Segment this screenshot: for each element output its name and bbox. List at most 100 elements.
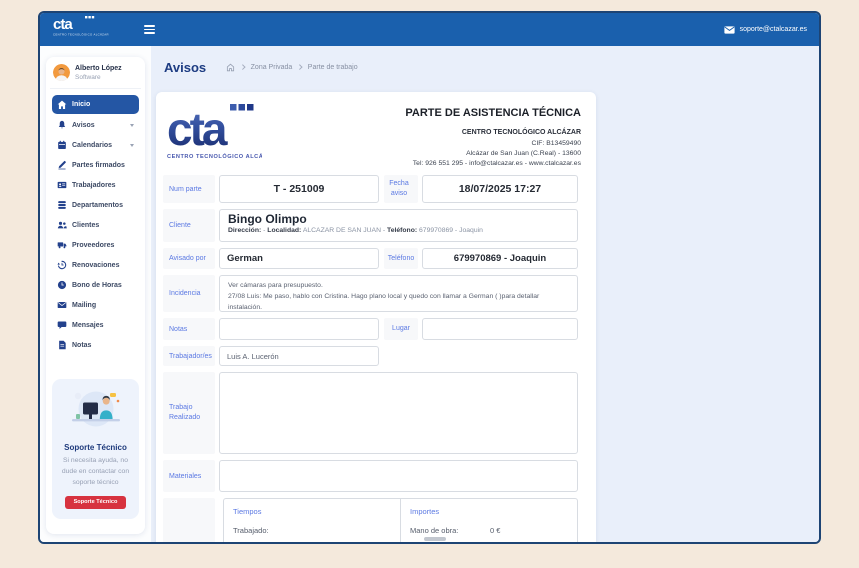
sidebar-item-inicio[interactable]: Inicio bbox=[52, 95, 139, 114]
document-cif: CIF: B13459490 bbox=[531, 139, 582, 147]
sidebar-item-label: Notas bbox=[72, 341, 92, 349]
sidebar: Alberto López Software Inicio Avisos Cal… bbox=[40, 46, 151, 542]
cliente-field[interactable]: Bingo Olimpo Dirección: - Localidad: ALC… bbox=[219, 209, 578, 242]
breadcrumb-separator-icon bbox=[240, 64, 246, 70]
menu-toggle-icon[interactable] bbox=[144, 24, 155, 36]
sidebar-item-label: Partes firmados bbox=[72, 161, 125, 169]
tiempos-column: Tiempos Trabajado: bbox=[224, 499, 401, 542]
id-card-icon bbox=[57, 180, 67, 190]
avisado-por-label: Avisado por bbox=[163, 248, 215, 269]
signature-icon bbox=[57, 160, 67, 170]
breadcrumb-separator-icon bbox=[297, 64, 303, 70]
sidebar-item-calendarios[interactable]: Calendarios bbox=[52, 137, 139, 153]
sidebar-item-departamentos[interactable]: Departamentos bbox=[52, 197, 139, 213]
sidebar-item-clientes[interactable]: Clientes bbox=[52, 217, 139, 233]
user-name: Alberto López bbox=[75, 65, 122, 73]
row-trabajo-realizado: Trabajo Realizado bbox=[163, 372, 578, 454]
support-title: Soporte Técnico bbox=[64, 443, 127, 452]
row-materiales: Materiales bbox=[163, 460, 578, 492]
tiempos-importes-label-cell bbox=[163, 498, 215, 542]
avisado-por-field[interactable]: German bbox=[219, 248, 379, 269]
materiales-field[interactable] bbox=[219, 460, 578, 492]
sidebar-item-notas[interactable]: Notas bbox=[52, 337, 139, 353]
calendar-icon bbox=[57, 140, 67, 150]
cliente-details: Dirección: - Localidad: ALCAZAR DE SAN J… bbox=[228, 227, 483, 234]
users-icon bbox=[57, 220, 67, 230]
notas-field[interactable] bbox=[219, 318, 379, 340]
sidebar-item-renovaciones[interactable]: Renovaciones bbox=[52, 257, 139, 273]
support-email-link[interactable]: soporte@ctalcazar.es bbox=[723, 25, 807, 34]
notas-label: Notas bbox=[163, 318, 215, 340]
app-logo[interactable]: cta CENTRO TECNOLÓGICO ALCÁZAR bbox=[52, 14, 112, 45]
sidebar-divider bbox=[50, 88, 141, 89]
importes-title: Importes bbox=[410, 507, 440, 516]
sidebar-item-mailing[interactable]: Mailing bbox=[52, 297, 139, 313]
sidebar-item-label: Calendarios bbox=[72, 141, 113, 149]
telefono-field[interactable]: 679970869 - Joaquin bbox=[422, 248, 578, 269]
mano-de-obra-label: Mano de obra: bbox=[410, 526, 459, 535]
trabajadores-field[interactable]: Luis A. Lucerón bbox=[219, 346, 379, 366]
breadcrumb-item-zona-privada[interactable]: Zona Privada bbox=[251, 64, 293, 71]
mano-de-obra-value: 0 € bbox=[490, 526, 501, 535]
sidebar-item-label: Trabajadores bbox=[72, 181, 116, 189]
support-card: Soporte Técnico Si necesita ayuda, no du… bbox=[52, 379, 139, 519]
svg-text:CENTRO TECNOLÓGICO ALCÁZAR: CENTRO TECNOLÓGICO ALCÁZAR bbox=[167, 152, 262, 160]
sidebar-item-label: Mensajes bbox=[72, 321, 104, 329]
sidebar-item-proveedores[interactable]: Proveedores bbox=[52, 237, 139, 253]
row-cliente: Cliente Bingo Olimpo Dirección: - Locali… bbox=[163, 209, 578, 242]
incidencia-line: Ver cámaras para presupuesto. bbox=[228, 282, 323, 289]
svg-text:cta: cta bbox=[53, 16, 73, 33]
note-icon bbox=[57, 340, 67, 350]
cta-logo-white: cta CENTRO TECNOLÓGICO ALCÁZAR bbox=[53, 16, 109, 37]
incidencia-field[interactable]: Ver cámaras para presupuesto. 27/08 Luis… bbox=[219, 275, 578, 312]
lugar-field[interactable] bbox=[422, 318, 578, 340]
sidebar-item-label: Avisos bbox=[72, 121, 95, 129]
breadcrumb-item-parte-de-trabajo[interactable]: Parte de trabajo bbox=[308, 64, 358, 71]
sidebar-item-avisos[interactable]: Avisos bbox=[52, 117, 139, 133]
sidebar-item-label: Renovaciones bbox=[72, 261, 120, 269]
tiempos-importes-table: Tiempos Trabajado: Importes Mano de obra… bbox=[223, 498, 578, 542]
horizontal-scrollbar-thumb[interactable] bbox=[424, 537, 446, 541]
support-email-text: soporte@ctalcazar.es bbox=[739, 26, 807, 33]
breadcrumb: Zona Privada Parte de trabajo bbox=[226, 63, 358, 72]
bell-icon bbox=[57, 120, 67, 130]
sidebar-nav: Inicio Avisos Calendarios Partes firmado… bbox=[52, 95, 139, 357]
cliente-name: Bingo Olimpo bbox=[228, 212, 307, 226]
envelope-icon bbox=[57, 300, 67, 310]
sidebar-item-partes-firmados[interactable]: Partes firmados bbox=[52, 157, 139, 173]
user-role: Software bbox=[75, 73, 101, 81]
num-parte-label: Num parte bbox=[163, 175, 215, 203]
row-tiempos-importes: Tiempos Trabajado: Importes Mano de obra… bbox=[163, 498, 578, 542]
trabajo-realizado-field[interactable] bbox=[219, 372, 578, 454]
page-header: Avisos Zona Privada Parte de trabajo bbox=[164, 60, 819, 75]
chevron-down-icon bbox=[130, 123, 134, 127]
desktop-background: cta CENTRO TECNOLÓGICO ALCÁZAR soporte@c… bbox=[0, 0, 859, 568]
user-profile[interactable]: Alberto López Software bbox=[52, 64, 139, 81]
work-order-document: cta CENTRO TECNOLÓGICO ALCÁZAR PARTE DE … bbox=[156, 92, 596, 542]
sidebar-item-label: Proveedores bbox=[72, 241, 115, 249]
row-notas: Notas Lugar bbox=[163, 318, 578, 340]
support-button[interactable]: Soporte Técnico bbox=[64, 495, 127, 509]
row-avisado-por: Avisado por German Teléfono 679970869 - … bbox=[163, 248, 578, 269]
svg-text:CENTRO TECNOLÓGICO ALCÁZAR: CENTRO TECNOLÓGICO ALCÁZAR bbox=[53, 32, 109, 37]
num-parte-field[interactable]: T - 251009 bbox=[219, 175, 379, 203]
document-header: cta CENTRO TECNOLÓGICO ALCÁZAR PARTE DE … bbox=[156, 100, 596, 167]
clock-icon bbox=[57, 280, 67, 290]
home-icon[interactable] bbox=[226, 63, 235, 72]
truck-icon bbox=[57, 240, 67, 250]
row-incidencia: Incidencia Ver cámaras para presupuesto.… bbox=[163, 275, 578, 312]
sidebar-item-mensajes[interactable]: Mensajes bbox=[52, 317, 139, 333]
sidebar-item-label: Departamentos bbox=[72, 201, 123, 209]
sidebar-item-trabajadores[interactable]: Trabajadores bbox=[52, 177, 139, 193]
support-illustration bbox=[71, 391, 120, 427]
telefono-label: Teléfono bbox=[384, 248, 418, 269]
sidebar-item-bono-de-horas[interactable]: Bono de Horas bbox=[52, 277, 139, 293]
fecha-aviso-label: Fecha aviso bbox=[384, 175, 418, 203]
fecha-aviso-field[interactable]: 18/07/2025 17:27 bbox=[422, 175, 578, 203]
row-trabajadores: Trabajador/es Luis A. Lucerón bbox=[163, 346, 578, 366]
document-address: Alcázar de San Juan (C.Real) - 13600 bbox=[466, 149, 581, 157]
main-content: Avisos Zona Privada Parte de trabajo cta… bbox=[151, 46, 819, 542]
materiales-label: Materiales bbox=[163, 460, 215, 492]
sidebar-item-label: Mailing bbox=[72, 301, 97, 309]
document-company: CENTRO TECNOLÓGICO ALCÁZAR bbox=[461, 129, 581, 136]
